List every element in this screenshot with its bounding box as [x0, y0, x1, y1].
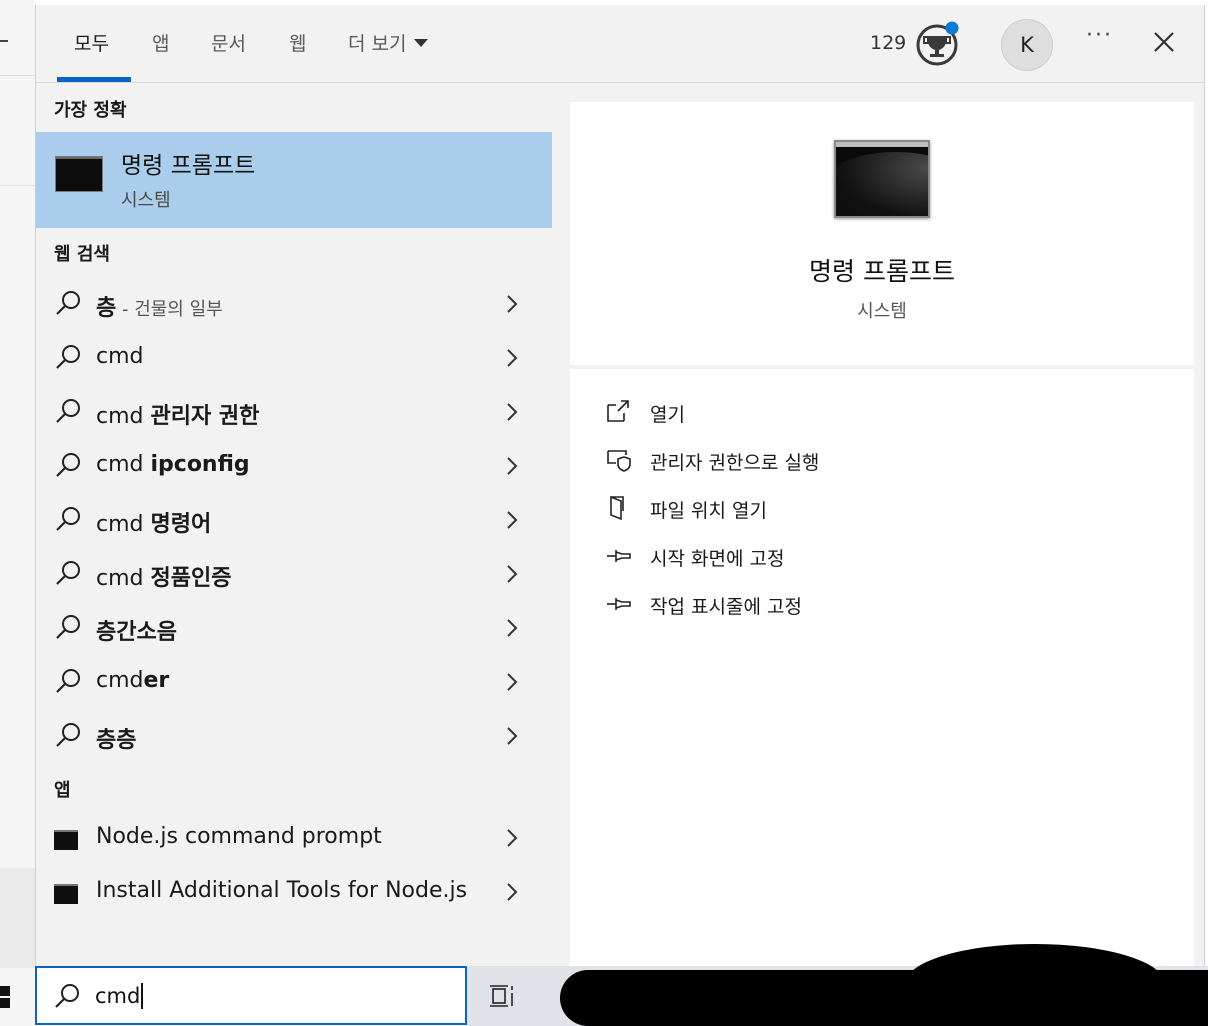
chevron-right-icon[interactable] — [506, 672, 518, 692]
chevron-right-icon[interactable] — [506, 348, 518, 368]
tab-apps[interactable]: 앱 — [152, 29, 169, 56]
action-open-file-location-label: 파일 위치 열기 — [650, 500, 767, 522]
filter-tabs: 모두 앱 문서 웹 더 보기 129 K ··· — [36, 5, 1204, 83]
apps-heading: 앱 — [54, 780, 71, 801]
file-location-icon — [610, 495, 624, 521]
web-result-label: cmd 관리자 권한 — [96, 404, 260, 429]
web-result-row[interactable]: cmd 명령어 — [36, 493, 552, 547]
web-result-label: 층 - 건물의 일부 — [96, 296, 223, 321]
web-result-label: cmd 정품인증 — [96, 566, 232, 591]
search-icon — [56, 399, 80, 423]
search-input-value: cmd — [95, 984, 141, 1008]
admin-shield-icon — [607, 450, 631, 472]
app-result-row[interactable]: Install Additional Tools for Node.js — [36, 865, 552, 919]
best-match-item[interactable]: 명령 프롬프트 시스템 — [36, 132, 552, 228]
search-icon — [56, 561, 80, 585]
web-result-row[interactable]: cmder — [36, 655, 552, 709]
best-match-subtitle: 시스템 — [121, 190, 171, 211]
chevron-right-icon[interactable] — [506, 456, 518, 476]
web-result-label: cmd ipconfig — [96, 452, 250, 477]
search-icon — [56, 615, 80, 639]
taskbar-search-box[interactable]: cmd — [35, 966, 467, 1025]
tab-more-label: 더 보기 — [348, 33, 407, 55]
tab-all[interactable]: 모두 — [74, 29, 109, 56]
windows-start-icon[interactable] — [0, 984, 14, 1010]
pin-icon — [607, 598, 631, 610]
search-icon — [56, 669, 80, 693]
web-search-heading: 웹 검색 — [54, 244, 110, 265]
preview-subtitle: 시스템 — [857, 301, 907, 322]
tab-web[interactable]: 웹 — [289, 29, 306, 56]
search-input[interactable]: cmd — [95, 983, 144, 1010]
web-result-row[interactable]: 층층 — [36, 709, 552, 763]
app-result-label: Node.js command prompt — [96, 824, 382, 849]
more-options-button[interactable]: ··· — [1086, 23, 1113, 48]
rewards-points: 129 — [870, 32, 907, 54]
caret-down-icon — [414, 38, 429, 47]
preview-title: 명령 프롬프트 — [809, 257, 955, 286]
tab-more[interactable]: 더 보기 — [348, 29, 429, 56]
close-icon[interactable] — [1149, 27, 1179, 57]
chevron-right-icon[interactable] — [506, 726, 518, 746]
app-result-row[interactable]: Node.js command prompt — [36, 811, 552, 865]
web-result-row[interactable]: 층간소음 — [36, 601, 552, 655]
web-result-label: 층간소음 — [96, 620, 177, 645]
web-result-row[interactable]: cmd 정품인증 — [36, 547, 552, 601]
web-result-label: 층층 — [96, 728, 137, 753]
active-tab-indicator — [57, 77, 131, 82]
chevron-right-icon[interactable] — [506, 618, 518, 638]
web-result-row[interactable]: cmd 관리자 권한 — [36, 385, 552, 439]
chevron-right-icon[interactable] — [506, 882, 518, 902]
pin-icon — [607, 550, 631, 562]
chevron-right-icon[interactable] — [506, 510, 518, 530]
command-prompt-app-icon — [55, 156, 103, 192]
background-window-edge — [0, 0, 35, 1026]
best-match-heading: 가장 정확 — [54, 100, 127, 121]
text-cursor — [141, 983, 144, 1009]
web-result-label: cmder — [96, 668, 170, 693]
search-icon — [56, 453, 80, 477]
search-panel: 모두 앱 문서 웹 더 보기 129 K ··· 가장 정확 명령 프롬프트 시… — [35, 5, 1205, 967]
app-result-label: Install Additional Tools for Node.js — [96, 878, 468, 903]
search-icon — [56, 291, 80, 315]
chevron-right-icon[interactable] — [506, 564, 518, 584]
chevron-right-icon[interactable] — [506, 402, 518, 422]
console-app-icon — [54, 830, 78, 850]
best-match-title: 명령 프롬프트 — [121, 153, 256, 179]
web-result-row[interactable]: 층 - 건물의 일부 — [36, 277, 552, 331]
web-result-row[interactable]: cmd — [36, 331, 552, 385]
preview-header: 명령 프롬프트 시스템 — [570, 102, 1194, 365]
preview-actions: 열기 관리자 권한으로 실행 파일 위치 열기 시작 화면에 고정 작업 표시줄… — [570, 369, 1194, 967]
web-result-row[interactable]: cmd ipconfig — [36, 439, 552, 493]
search-icon — [56, 345, 80, 369]
open-icon — [607, 400, 629, 422]
action-open-label: 열기 — [650, 404, 685, 426]
action-pin-to-start-label: 시작 화면에 고정 — [650, 548, 785, 570]
redaction-mark — [560, 970, 1208, 1026]
avatar[interactable]: K — [1001, 19, 1053, 71]
tab-documents[interactable]: 문서 — [211, 29, 246, 56]
task-view-icon[interactable] — [490, 983, 518, 1009]
command-prompt-large-icon — [834, 140, 930, 218]
console-app-icon — [54, 884, 78, 904]
action-pin-to-taskbar-label: 작업 표시줄에 고정 — [650, 596, 802, 618]
action-run-as-admin-label: 관리자 권한으로 실행 — [650, 452, 820, 474]
web-result-label: cmd 명령어 — [96, 512, 212, 537]
chevron-right-icon[interactable] — [506, 828, 518, 848]
search-icon — [56, 507, 80, 531]
search-icon — [55, 984, 79, 1008]
web-result-label: cmd — [96, 344, 144, 369]
rewards-trophy-icon[interactable] — [915, 20, 961, 66]
search-icon — [56, 723, 80, 747]
chevron-right-icon[interactable] — [506, 294, 518, 314]
